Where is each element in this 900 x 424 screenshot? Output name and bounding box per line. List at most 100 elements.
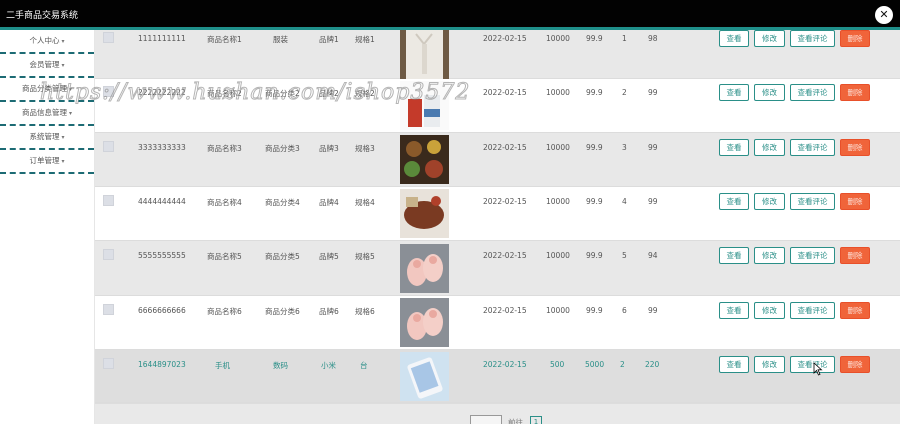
- count-a: 4: [622, 197, 627, 206]
- view-button[interactable]: 查看: [719, 84, 749, 101]
- listing-date: 2022-02-15: [483, 197, 527, 206]
- view-reviews-button[interactable]: 查看评论: [790, 84, 835, 101]
- stock-count: 10000: [546, 34, 570, 43]
- product-category: 数码: [273, 361, 288, 370]
- product-category: 商品分类2: [265, 89, 300, 98]
- view-button[interactable]: 查看: [719, 247, 749, 264]
- delete-button[interactable]: 删除: [840, 247, 870, 264]
- table-row: 6666666666 商品名称6 商品分类6 品牌6 规格6 2022-02-1…: [95, 296, 900, 350]
- row-checkbox[interactable]: [103, 32, 114, 43]
- view-reviews-button[interactable]: 查看评论: [790, 193, 835, 210]
- count-a: 3: [622, 143, 627, 152]
- product-spec: 规格4: [355, 198, 375, 207]
- product-brand: 品牌6: [319, 307, 339, 316]
- product-code: 2222222222: [138, 88, 186, 97]
- listing-date: 2022-02-15: [483, 88, 527, 97]
- delete-button[interactable]: 删除: [840, 30, 870, 47]
- row-checkbox[interactable]: [103, 358, 114, 369]
- edit-button[interactable]: 修改: [754, 84, 785, 101]
- grilled-food-image: [400, 189, 449, 238]
- edit-button[interactable]: 修改: [754, 356, 785, 373]
- delete-button[interactable]: 删除: [840, 84, 870, 101]
- delete-button[interactable]: 删除: [840, 356, 870, 373]
- stock-count: 10000: [546, 197, 570, 206]
- edit-button[interactable]: 修改: [754, 247, 785, 264]
- product-image: [400, 30, 449, 79]
- product-category: 商品分类6: [265, 307, 300, 316]
- product-spec: 台: [360, 361, 368, 370]
- product-name: 商品名称4: [207, 198, 242, 207]
- edit-button[interactable]: 修改: [754, 30, 785, 47]
- listing-date: 2022-02-15: [483, 143, 527, 152]
- view-reviews-button[interactable]: 查看评论: [790, 247, 835, 264]
- row-checkbox[interactable]: [103, 304, 114, 315]
- sidebar-item-label: 订单管理: [29, 156, 60, 165]
- food-platter-image: [400, 135, 449, 184]
- product-spec: 规格1: [355, 35, 375, 44]
- view-button[interactable]: 查看: [719, 30, 749, 47]
- stock-count: 10000: [546, 143, 570, 152]
- view-button[interactable]: 查看: [719, 302, 749, 319]
- stock-count: 10000: [546, 88, 570, 97]
- product-image: [400, 135, 449, 184]
- row-checkbox[interactable]: [103, 195, 114, 206]
- sidebar-item-label: 会员管理: [29, 60, 60, 69]
- prev-page-button[interactable]: [470, 415, 502, 424]
- sidebar-item-member-management[interactable]: 会员管理 ▾: [0, 54, 94, 78]
- sidebar-item-category-management[interactable]: 商品分类管理 ▾: [0, 78, 94, 102]
- product-brand: 品牌1: [319, 35, 339, 44]
- chevron-down-icon: ▾: [61, 134, 65, 141]
- close-icon[interactable]: ✕: [875, 6, 893, 24]
- view-button[interactable]: 查看: [719, 193, 749, 210]
- price: 99.9: [586, 197, 603, 206]
- table-row: 5555555555 商品名称5 商品分类5 品牌5 规格5 2022-02-1…: [95, 241, 900, 296]
- delete-button[interactable]: 删除: [840, 139, 870, 156]
- view-button[interactable]: 查看: [719, 139, 749, 156]
- sidebar-item-system-management[interactable]: 系统管理 ▾: [0, 126, 94, 150]
- row-checkbox[interactable]: [103, 141, 114, 152]
- view-reviews-button[interactable]: 查看评论: [790, 30, 835, 47]
- product-brand: 小米: [321, 361, 336, 370]
- view-reviews-button[interactable]: 查看评论: [790, 139, 835, 156]
- product-spec: 规格6: [355, 307, 375, 316]
- product-category: 商品分类5: [265, 252, 300, 261]
- listing-date: 2022-02-15: [483, 360, 527, 369]
- count-a: 6: [622, 306, 627, 315]
- edit-button[interactable]: 修改: [754, 139, 785, 156]
- drink-bottles-image: [400, 81, 449, 130]
- table-row: 2222222222 商品名称2 商品分类2 品牌2 规格2 2022-02-1…: [95, 79, 900, 133]
- price: 5000: [585, 360, 605, 369]
- chevron-down-icon: ▾: [61, 38, 65, 45]
- product-brand: 品牌2: [319, 89, 339, 98]
- mouse-cursor-icon: [813, 362, 823, 376]
- delete-button[interactable]: 删除: [840, 193, 870, 210]
- goto-label: 前往: [508, 418, 523, 424]
- price: 99.9: [586, 306, 603, 315]
- phone-image: [400, 352, 449, 401]
- price: 99.9: [586, 34, 603, 43]
- edit-button[interactable]: 修改: [754, 302, 785, 319]
- sidebar-item-order-management[interactable]: 订单管理 ▾: [0, 150, 94, 174]
- app-title: 二手商品交易系统: [6, 11, 79, 21]
- chevron-down-icon: ▾: [61, 158, 65, 165]
- product-table: 1111111111 商品名称1 服装 品牌1 规格1 2022-02-15 1…: [95, 30, 900, 403]
- title-bar: 二手商品交易系统 ✕: [0, 0, 900, 27]
- row-checkbox[interactable]: [103, 86, 114, 97]
- count-b: 98: [648, 34, 658, 43]
- view-reviews-button[interactable]: 查看评论: [790, 302, 835, 319]
- row-checkbox[interactable]: [103, 249, 114, 260]
- stock-count: 500: [550, 360, 565, 369]
- product-brand: 品牌4: [319, 198, 339, 207]
- sidebar-item-product-management[interactable]: 商品信息管理 ▾: [0, 102, 94, 126]
- listing-date: 2022-02-15: [483, 251, 527, 260]
- delete-button[interactable]: 删除: [840, 302, 870, 319]
- page-number[interactable]: 1: [530, 416, 542, 424]
- product-image: [400, 244, 449, 293]
- edit-button[interactable]: 修改: [754, 193, 785, 210]
- sidebar-item-personal-center[interactable]: 个人中心 ▾: [0, 30, 94, 54]
- sidebar-item-label: 商品信息管理: [21, 108, 67, 117]
- view-button[interactable]: 查看: [719, 356, 749, 373]
- count-b: 99: [648, 306, 658, 315]
- pink-shoes-image: [400, 244, 449, 293]
- count-b: 94: [648, 251, 658, 260]
